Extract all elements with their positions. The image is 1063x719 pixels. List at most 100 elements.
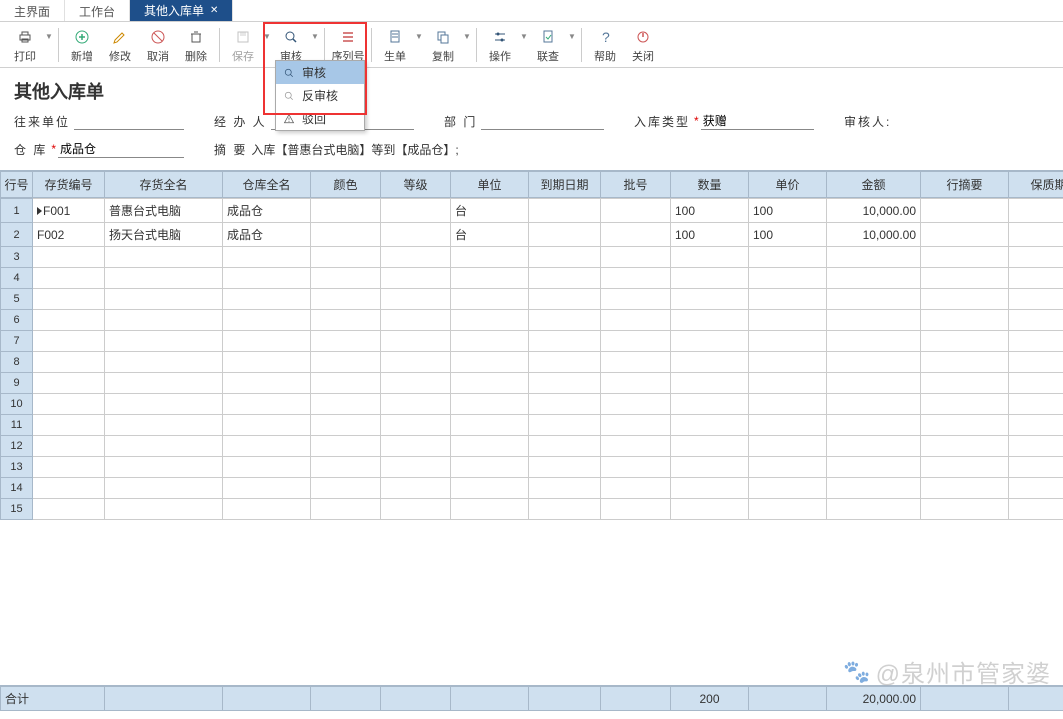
cell-empty[interactable] — [223, 247, 311, 268]
cell-price[interactable]: 100 — [749, 199, 827, 223]
table-row[interactable]: 10 — [1, 394, 1063, 415]
cell-empty[interactable] — [827, 478, 921, 499]
cell-empty[interactable] — [33, 247, 105, 268]
audit-dropdown-icon[interactable]: ▼ — [310, 26, 320, 41]
col-grade[interactable]: 等级 — [381, 172, 451, 198]
col-name[interactable]: 存货全名 — [105, 172, 223, 198]
cell-batch[interactable] — [601, 223, 671, 247]
col-qty[interactable]: 数量 — [671, 172, 749, 198]
cell-color[interactable] — [311, 223, 381, 247]
cell-empty[interactable] — [1009, 373, 1063, 394]
cell-grade[interactable] — [381, 223, 451, 247]
cell-empty[interactable] — [311, 436, 381, 457]
cell-empty[interactable] — [451, 478, 529, 499]
cell-empty[interactable] — [311, 373, 381, 394]
cell-empty[interactable] — [601, 478, 671, 499]
table-row[interactable]: 8 — [1, 352, 1063, 373]
cell-empty[interactable] — [601, 289, 671, 310]
cell-empty[interactable] — [33, 478, 105, 499]
cell-life[interactable] — [1009, 223, 1063, 247]
cell-note[interactable] — [921, 199, 1009, 223]
cell-empty[interactable] — [451, 373, 529, 394]
cell-empty[interactable] — [105, 331, 223, 352]
cell-empty[interactable] — [529, 457, 601, 478]
col-color[interactable]: 颜色 — [311, 172, 381, 198]
table-row[interactable]: 14 — [1, 478, 1063, 499]
cell-empty[interactable] — [381, 289, 451, 310]
cell-empty[interactable] — [601, 394, 671, 415]
cell-empty[interactable] — [827, 436, 921, 457]
col-unit[interactable]: 单位 — [451, 172, 529, 198]
cell-empty[interactable] — [671, 247, 749, 268]
close-button[interactable]: 关闭 — [624, 26, 662, 66]
cell-empty[interactable] — [223, 457, 311, 478]
cell-empty[interactable] — [827, 499, 921, 520]
table-row[interactable]: 13 — [1, 457, 1063, 478]
cell-empty[interactable] — [311, 457, 381, 478]
col-note[interactable]: 行摘要 — [921, 172, 1009, 198]
cell-code[interactable]: F001 — [33, 199, 105, 223]
cell-empty[interactable] — [1009, 310, 1063, 331]
cell-warehouse[interactable]: 成品仓 — [223, 223, 311, 247]
cell-empty[interactable] — [311, 310, 381, 331]
cell-empty[interactable] — [529, 289, 601, 310]
table-row[interactable]: 2F002扬天台式电脑成品仓台10010010,000.00 — [1, 223, 1063, 247]
cell-empty[interactable] — [921, 247, 1009, 268]
cell-empty[interactable] — [381, 457, 451, 478]
cell-empty[interactable] — [381, 352, 451, 373]
cell-empty[interactable] — [311, 499, 381, 520]
cell-empty[interactable] — [1009, 331, 1063, 352]
cell-empty[interactable] — [451, 457, 529, 478]
cell-empty[interactable] — [827, 331, 921, 352]
cell-empty[interactable] — [749, 268, 827, 289]
cell-empty[interactable] — [33, 499, 105, 520]
generate-dropdown-icon[interactable]: ▼ — [414, 26, 424, 41]
cell-empty[interactable] — [105, 268, 223, 289]
cell-empty[interactable] — [749, 436, 827, 457]
cell-empty[interactable] — [451, 331, 529, 352]
cell-empty[interactable] — [529, 394, 601, 415]
cell-empty[interactable] — [827, 415, 921, 436]
cell-empty[interactable] — [381, 436, 451, 457]
cell-qty[interactable]: 100 — [671, 223, 749, 247]
cell-empty[interactable] — [311, 268, 381, 289]
cell-empty[interactable] — [671, 499, 749, 520]
col-price[interactable]: 单价 — [749, 172, 827, 198]
col-code[interactable]: 存货编号 — [33, 172, 105, 198]
cell-empty[interactable] — [601, 352, 671, 373]
tab-other-inbound[interactable]: 其他入库单 ✕ — [130, 0, 233, 21]
cell-empty[interactable] — [223, 478, 311, 499]
cell-empty[interactable] — [601, 436, 671, 457]
cell-empty[interactable] — [529, 247, 601, 268]
cell-empty[interactable] — [921, 478, 1009, 499]
cell-empty[interactable] — [921, 352, 1009, 373]
cell-empty[interactable] — [381, 373, 451, 394]
cell-life[interactable] — [1009, 199, 1063, 223]
cell-empty[interactable] — [601, 373, 671, 394]
cell-empty[interactable] — [601, 310, 671, 331]
cell-empty[interactable] — [33, 310, 105, 331]
cell-amount[interactable]: 10,000.00 — [827, 223, 921, 247]
cell-empty[interactable] — [671, 373, 749, 394]
cell-empty[interactable] — [921, 268, 1009, 289]
cell-grade[interactable] — [381, 199, 451, 223]
cell-name[interactable]: 普惠台式电脑 — [105, 199, 223, 223]
cell-empty[interactable] — [311, 289, 381, 310]
cell-empty[interactable] — [529, 415, 601, 436]
table-row[interactable]: 6 — [1, 310, 1063, 331]
cell-empty[interactable] — [827, 289, 921, 310]
col-warehouse[interactable]: 仓库全名 — [223, 172, 311, 198]
generate-button[interactable]: 生单 — [376, 26, 414, 66]
cell-empty[interactable] — [33, 394, 105, 415]
cell-empty[interactable] — [921, 436, 1009, 457]
cell-empty[interactable] — [749, 352, 827, 373]
table-row[interactable]: 15 — [1, 499, 1063, 520]
cell-empty[interactable] — [1009, 415, 1063, 436]
cell-empty[interactable] — [529, 352, 601, 373]
cell-empty[interactable] — [671, 457, 749, 478]
tab-workbench[interactable]: 工作台 — [65, 0, 130, 21]
cell-empty[interactable] — [223, 289, 311, 310]
cell-empty[interactable] — [671, 310, 749, 331]
table-row[interactable]: 1F001普惠台式电脑成品仓台10010010,000.00 — [1, 199, 1063, 223]
col-batch[interactable]: 批号 — [601, 172, 671, 198]
